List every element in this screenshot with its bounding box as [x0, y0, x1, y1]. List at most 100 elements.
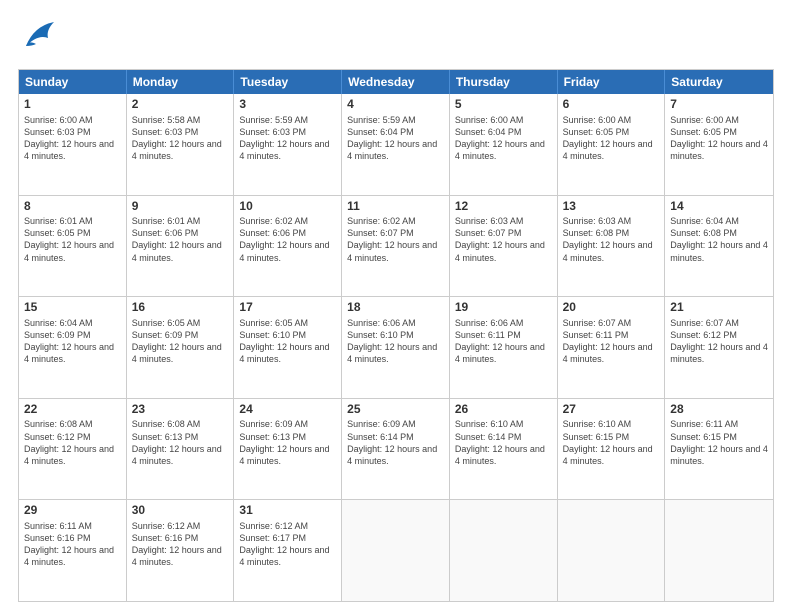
day-number: 23 — [132, 402, 229, 418]
cell-detail: Sunrise: 6:09 AM Sunset: 6:14 PM Dayligh… — [347, 418, 444, 467]
day-number: 16 — [132, 300, 229, 316]
day-number: 2 — [132, 97, 229, 113]
cell-detail: Sunrise: 6:02 AM Sunset: 6:07 PM Dayligh… — [347, 215, 444, 264]
table-row: 16 Sunrise: 6:05 AM Sunset: 6:09 PM Dayl… — [127, 297, 235, 398]
day-number: 26 — [455, 402, 552, 418]
header — [18, 18, 774, 59]
day-number: 15 — [24, 300, 121, 316]
logo-bird-icon — [18, 18, 60, 59]
table-row: 25 Sunrise: 6:09 AM Sunset: 6:14 PM Dayl… — [342, 399, 450, 500]
day-number: 21 — [670, 300, 768, 316]
table-row: 9 Sunrise: 6:01 AM Sunset: 6:06 PM Dayli… — [127, 196, 235, 297]
table-row: 21 Sunrise: 6:07 AM Sunset: 6:12 PM Dayl… — [665, 297, 773, 398]
day-number: 31 — [239, 503, 336, 519]
cell-detail: Sunrise: 6:08 AM Sunset: 6:13 PM Dayligh… — [132, 418, 229, 467]
table-row: 29 Sunrise: 6:11 AM Sunset: 6:16 PM Dayl… — [19, 500, 127, 601]
table-row — [665, 500, 773, 601]
cell-detail: Sunrise: 6:04 AM Sunset: 6:08 PM Dayligh… — [670, 215, 768, 264]
cell-detail: Sunrise: 6:02 AM Sunset: 6:06 PM Dayligh… — [239, 215, 336, 264]
table-row: 8 Sunrise: 6:01 AM Sunset: 6:05 PM Dayli… — [19, 196, 127, 297]
day-number: 5 — [455, 97, 552, 113]
table-row: 23 Sunrise: 6:08 AM Sunset: 6:13 PM Dayl… — [127, 399, 235, 500]
cell-detail: Sunrise: 6:07 AM Sunset: 6:12 PM Dayligh… — [670, 317, 768, 366]
header-tuesday: Tuesday — [234, 70, 342, 94]
cell-detail: Sunrise: 6:03 AM Sunset: 6:08 PM Dayligh… — [563, 215, 660, 264]
table-row — [558, 500, 666, 601]
table-row: 17 Sunrise: 6:05 AM Sunset: 6:10 PM Dayl… — [234, 297, 342, 398]
day-number: 30 — [132, 503, 229, 519]
table-row: 7 Sunrise: 6:00 AM Sunset: 6:05 PM Dayli… — [665, 94, 773, 195]
day-number: 29 — [24, 503, 121, 519]
day-number: 3 — [239, 97, 336, 113]
day-number: 6 — [563, 97, 660, 113]
day-number: 24 — [239, 402, 336, 418]
table-row: 31 Sunrise: 6:12 AM Sunset: 6:17 PM Dayl… — [234, 500, 342, 601]
cell-detail: Sunrise: 6:11 AM Sunset: 6:16 PM Dayligh… — [24, 520, 121, 569]
header-monday: Monday — [127, 70, 235, 94]
table-row: 11 Sunrise: 6:02 AM Sunset: 6:07 PM Dayl… — [342, 196, 450, 297]
table-row: 10 Sunrise: 6:02 AM Sunset: 6:06 PM Dayl… — [234, 196, 342, 297]
table-row: 3 Sunrise: 5:59 AM Sunset: 6:03 PM Dayli… — [234, 94, 342, 195]
table-row: 28 Sunrise: 6:11 AM Sunset: 6:15 PM Dayl… — [665, 399, 773, 500]
table-row: 18 Sunrise: 6:06 AM Sunset: 6:10 PM Dayl… — [342, 297, 450, 398]
header-saturday: Saturday — [665, 70, 773, 94]
day-number: 8 — [24, 199, 121, 215]
table-row: 24 Sunrise: 6:09 AM Sunset: 6:13 PM Dayl… — [234, 399, 342, 500]
cell-detail: Sunrise: 5:59 AM Sunset: 6:03 PM Dayligh… — [239, 114, 336, 163]
calendar-row: 1 Sunrise: 6:00 AM Sunset: 6:03 PM Dayli… — [19, 94, 773, 195]
cell-detail: Sunrise: 6:00 AM Sunset: 6:05 PM Dayligh… — [670, 114, 768, 163]
cell-detail: Sunrise: 6:00 AM Sunset: 6:05 PM Dayligh… — [563, 114, 660, 163]
day-number: 4 — [347, 97, 444, 113]
day-number: 11 — [347, 199, 444, 215]
table-row: 26 Sunrise: 6:10 AM Sunset: 6:14 PM Dayl… — [450, 399, 558, 500]
cell-detail: Sunrise: 6:12 AM Sunset: 6:17 PM Dayligh… — [239, 520, 336, 569]
header-thursday: Thursday — [450, 70, 558, 94]
cell-detail: Sunrise: 6:01 AM Sunset: 6:05 PM Dayligh… — [24, 215, 121, 264]
cell-detail: Sunrise: 6:03 AM Sunset: 6:07 PM Dayligh… — [455, 215, 552, 264]
cell-detail: Sunrise: 6:06 AM Sunset: 6:11 PM Dayligh… — [455, 317, 552, 366]
day-number: 17 — [239, 300, 336, 316]
cell-detail: Sunrise: 6:07 AM Sunset: 6:11 PM Dayligh… — [563, 317, 660, 366]
table-row: 27 Sunrise: 6:10 AM Sunset: 6:15 PM Dayl… — [558, 399, 666, 500]
cell-detail: Sunrise: 6:09 AM Sunset: 6:13 PM Dayligh… — [239, 418, 336, 467]
calendar-row: 22 Sunrise: 6:08 AM Sunset: 6:12 PM Dayl… — [19, 398, 773, 500]
day-number: 7 — [670, 97, 768, 113]
day-number: 20 — [563, 300, 660, 316]
cell-detail: Sunrise: 6:05 AM Sunset: 6:09 PM Dayligh… — [132, 317, 229, 366]
day-number: 27 — [563, 402, 660, 418]
cell-detail: Sunrise: 6:00 AM Sunset: 6:03 PM Dayligh… — [24, 114, 121, 163]
cell-detail: Sunrise: 6:11 AM Sunset: 6:15 PM Dayligh… — [670, 418, 768, 467]
logo — [18, 18, 64, 59]
table-row — [450, 500, 558, 601]
calendar-row: 8 Sunrise: 6:01 AM Sunset: 6:05 PM Dayli… — [19, 195, 773, 297]
table-row — [342, 500, 450, 601]
day-number: 19 — [455, 300, 552, 316]
table-row: 5 Sunrise: 6:00 AM Sunset: 6:04 PM Dayli… — [450, 94, 558, 195]
day-number: 9 — [132, 199, 229, 215]
day-number: 28 — [670, 402, 768, 418]
cell-detail: Sunrise: 5:59 AM Sunset: 6:04 PM Dayligh… — [347, 114, 444, 163]
calendar-header: Sunday Monday Tuesday Wednesday Thursday… — [19, 70, 773, 94]
table-row: 20 Sunrise: 6:07 AM Sunset: 6:11 PM Dayl… — [558, 297, 666, 398]
table-row: 14 Sunrise: 6:04 AM Sunset: 6:08 PM Dayl… — [665, 196, 773, 297]
cell-detail: Sunrise: 6:06 AM Sunset: 6:10 PM Dayligh… — [347, 317, 444, 366]
table-row: 12 Sunrise: 6:03 AM Sunset: 6:07 PM Dayl… — [450, 196, 558, 297]
day-number: 18 — [347, 300, 444, 316]
day-number: 1 — [24, 97, 121, 113]
day-number: 12 — [455, 199, 552, 215]
cell-detail: Sunrise: 6:10 AM Sunset: 6:14 PM Dayligh… — [455, 418, 552, 467]
header-friday: Friday — [558, 70, 666, 94]
cell-detail: Sunrise: 6:05 AM Sunset: 6:10 PM Dayligh… — [239, 317, 336, 366]
day-number: 22 — [24, 402, 121, 418]
cell-detail: Sunrise: 6:12 AM Sunset: 6:16 PM Dayligh… — [132, 520, 229, 569]
table-row: 22 Sunrise: 6:08 AM Sunset: 6:12 PM Dayl… — [19, 399, 127, 500]
day-number: 14 — [670, 199, 768, 215]
table-row: 30 Sunrise: 6:12 AM Sunset: 6:16 PM Dayl… — [127, 500, 235, 601]
table-row: 13 Sunrise: 6:03 AM Sunset: 6:08 PM Dayl… — [558, 196, 666, 297]
cell-detail: Sunrise: 6:08 AM Sunset: 6:12 PM Dayligh… — [24, 418, 121, 467]
header-wednesday: Wednesday — [342, 70, 450, 94]
cell-detail: Sunrise: 5:58 AM Sunset: 6:03 PM Dayligh… — [132, 114, 229, 163]
header-sunday: Sunday — [19, 70, 127, 94]
table-row: 15 Sunrise: 6:04 AM Sunset: 6:09 PM Dayl… — [19, 297, 127, 398]
table-row: 1 Sunrise: 6:00 AM Sunset: 6:03 PM Dayli… — [19, 94, 127, 195]
